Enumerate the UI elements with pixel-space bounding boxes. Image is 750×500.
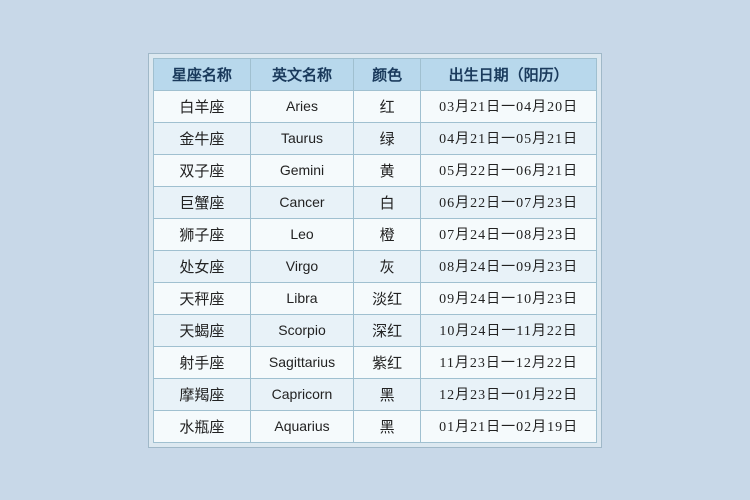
cell-3-2: 白 [354,186,421,218]
header-chinese-name: 星座名称 [153,58,250,90]
table-row: 处女座Virgo灰08月24日一09月23日 [153,250,596,282]
table-row: 摩羯座Capricorn黑12月23日一01月22日 [153,378,596,410]
cell-0-1: Aries [250,90,353,122]
cell-0-3: 03月21日一04月20日 [421,90,597,122]
cell-1-1: Taurus [250,122,353,154]
cell-7-1: Scorpio [250,314,353,346]
header-dates: 出生日期（阳历） [421,58,597,90]
cell-9-3: 12月23日一01月22日 [421,378,597,410]
cell-9-0: 摩羯座 [153,378,250,410]
cell-6-0: 天秤座 [153,282,250,314]
table-row: 白羊座Aries红03月21日一04月20日 [153,90,596,122]
cell-10-1: Aquarius [250,410,353,442]
cell-6-3: 09月24日一10月23日 [421,282,597,314]
cell-2-0: 双子座 [153,154,250,186]
table-row: 金牛座Taurus绿04月21日一05月21日 [153,122,596,154]
cell-8-0: 射手座 [153,346,250,378]
cell-0-2: 红 [354,90,421,122]
cell-8-3: 11月23日一12月22日 [421,346,597,378]
cell-8-1: Sagittarius [250,346,353,378]
cell-4-2: 橙 [354,218,421,250]
table-row: 水瓶座Aquarius黑01月21日一02月19日 [153,410,596,442]
cell-2-2: 黄 [354,154,421,186]
cell-10-2: 黑 [354,410,421,442]
cell-1-0: 金牛座 [153,122,250,154]
cell-2-1: Gemini [250,154,353,186]
cell-6-2: 淡红 [354,282,421,314]
cell-4-0: 狮子座 [153,218,250,250]
cell-7-3: 10月24日一11月22日 [421,314,597,346]
cell-2-3: 05月22日一06月21日 [421,154,597,186]
table-row: 射手座Sagittarius紫红11月23日一12月22日 [153,346,596,378]
table-row: 天蝎座Scorpio深红10月24日一11月22日 [153,314,596,346]
table-row: 双子座Gemini黄05月22日一06月21日 [153,154,596,186]
cell-5-2: 灰 [354,250,421,282]
cell-3-0: 巨蟹座 [153,186,250,218]
cell-0-0: 白羊座 [153,90,250,122]
cell-10-3: 01月21日一02月19日 [421,410,597,442]
cell-9-1: Capricorn [250,378,353,410]
cell-5-3: 08月24日一09月23日 [421,250,597,282]
table-row: 巨蟹座Cancer白06月22日一07月23日 [153,186,596,218]
zodiac-table: 星座名称 英文名称 颜色 出生日期（阳历） 白羊座Aries红03月21日一04… [153,58,597,443]
cell-1-2: 绿 [354,122,421,154]
cell-4-1: Leo [250,218,353,250]
header-english-name: 英文名称 [250,58,353,90]
cell-10-0: 水瓶座 [153,410,250,442]
cell-5-0: 处女座 [153,250,250,282]
header-color: 颜色 [354,58,421,90]
cell-3-3: 06月22日一07月23日 [421,186,597,218]
table-row: 天秤座Libra淡红09月24日一10月23日 [153,282,596,314]
table-row: 狮子座Leo橙07月24日一08月23日 [153,218,596,250]
cell-4-3: 07月24日一08月23日 [421,218,597,250]
cell-7-2: 深红 [354,314,421,346]
cell-1-3: 04月21日一05月21日 [421,122,597,154]
table-header-row: 星座名称 英文名称 颜色 出生日期（阳历） [153,58,596,90]
cell-7-0: 天蝎座 [153,314,250,346]
cell-8-2: 紫红 [354,346,421,378]
zodiac-table-container: 星座名称 英文名称 颜色 出生日期（阳历） 白羊座Aries红03月21日一04… [148,53,602,448]
cell-3-1: Cancer [250,186,353,218]
cell-9-2: 黑 [354,378,421,410]
cell-6-1: Libra [250,282,353,314]
cell-5-1: Virgo [250,250,353,282]
